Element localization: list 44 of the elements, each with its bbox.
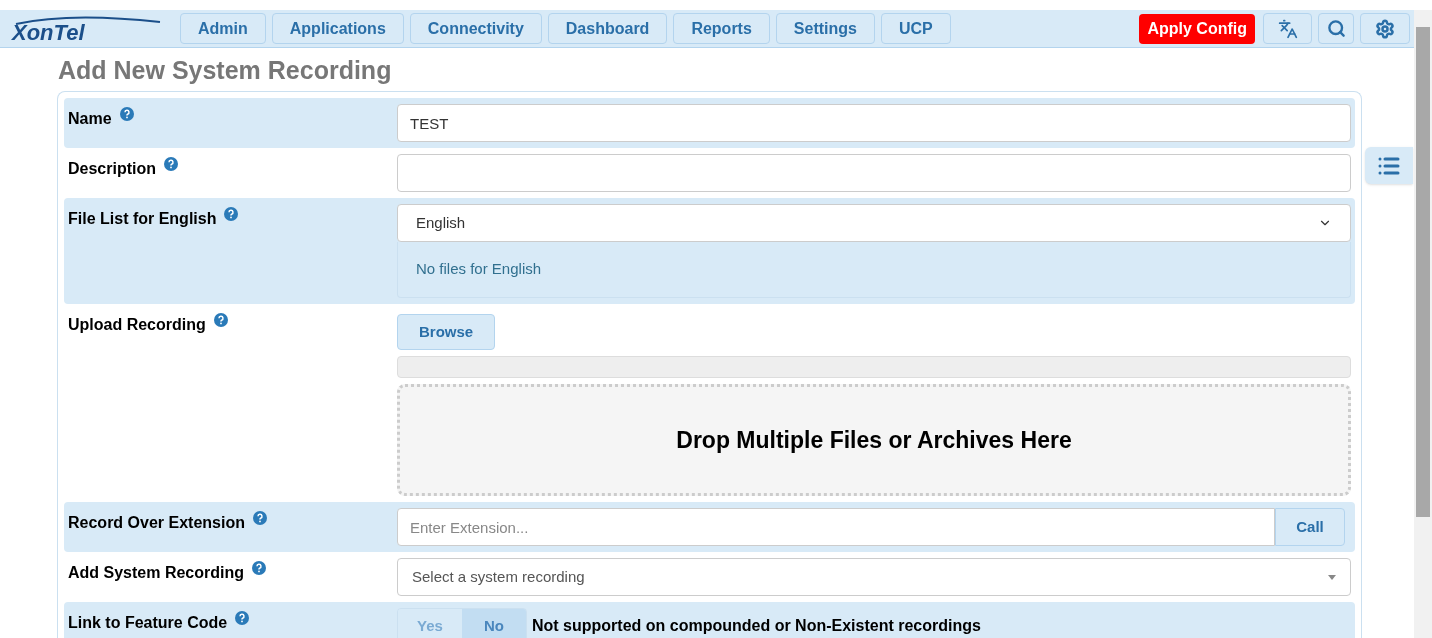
help-icon[interactable] (164, 157, 178, 171)
field-label: Link to Feature Code (68, 613, 228, 633)
search-button[interactable] (1318, 13, 1354, 44)
apply-config-button[interactable]: Apply Config (1139, 13, 1255, 44)
help-icon[interactable] (252, 561, 267, 575)
nav-tab[interactable]: Connectivity (409, 13, 542, 44)
text-field[interactable]: TEST (397, 104, 1351, 142)
list-toggle-button[interactable] (1365, 147, 1413, 184)
scrollbar[interactable] (1414, 10, 1432, 638)
field-label: Name (68, 109, 112, 129)
toggle-note: Not supported on compounded or Non-Existent recordings (532, 616, 981, 636)
nav-tab[interactable]: UCP (880, 13, 951, 44)
toggle-option[interactable]: No (462, 609, 526, 638)
nav-tab[interactable]: Applications (271, 13, 404, 44)
settings-icon (1375, 18, 1395, 39)
help-icon[interactable] (235, 611, 250, 625)
field-label: Description (68, 159, 156, 179)
call-button[interactable]: Call (1275, 508, 1345, 546)
nav-tab[interactable]: Reports (673, 13, 770, 44)
page-title: Add New System Recording (58, 55, 393, 86)
logo[interactable]: XonTel (10, 15, 170, 42)
translate-icon (1277, 18, 1298, 39)
extension-field[interactable]: Enter Extension... (397, 508, 1275, 546)
nav-tab[interactable]: Settings (775, 13, 875, 44)
help-icon[interactable] (252, 511, 267, 525)
settings-button[interactable] (1360, 13, 1410, 44)
language-select[interactable]: English (397, 204, 1351, 242)
browse-button[interactable]: Browse (397, 314, 496, 350)
field-label: File List for English (68, 209, 217, 229)
field-label: Add System Recording (68, 563, 245, 583)
recording-select[interactable]: Select a system recording (397, 558, 1351, 596)
help-icon[interactable] (224, 207, 239, 221)
nav-tab[interactable]: Admin (180, 13, 266, 44)
nav-tab[interactable]: Dashboard (547, 13, 668, 44)
dropdown-triangle-icon (1328, 574, 1336, 580)
field-label: Record Over Extension (68, 513, 245, 533)
help-icon[interactable] (213, 313, 228, 327)
file-list-note: No files for English (397, 242, 1351, 298)
field-label: Upload Recording (68, 315, 206, 335)
text-field[interactable] (397, 154, 1351, 192)
drop-zone[interactable]: Drop Multiple Files or Archives Here (397, 384, 1351, 496)
translate-button[interactable] (1263, 13, 1312, 44)
help-icon[interactable] (119, 107, 134, 121)
search-icon (1326, 19, 1346, 38)
